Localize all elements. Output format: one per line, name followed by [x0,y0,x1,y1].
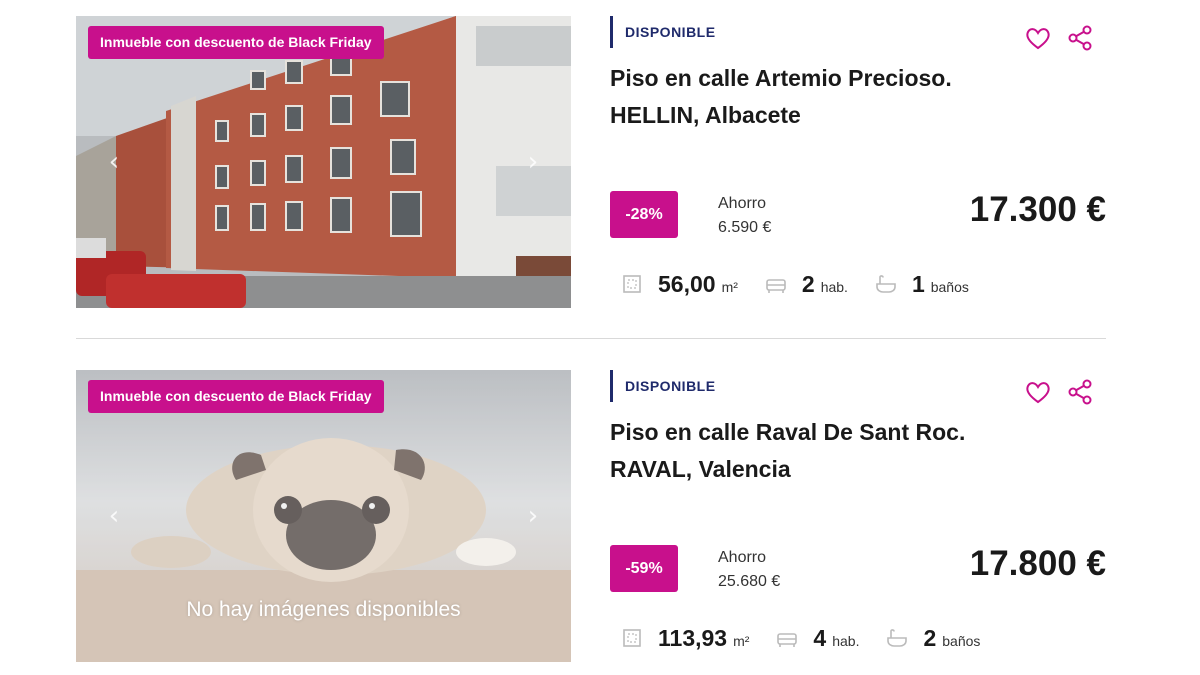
listing-photo[interactable]: Inmueble con descuento de Black Friday ‹… [76,16,571,308]
share-icon[interactable] [1066,24,1094,52]
baths-value: 1 [911,270,925,297]
savings-value: 25.680 € [718,573,781,590]
feature-baths: 1 baños [874,271,969,298]
price: 17.800 € [969,544,1106,583]
no-images-text: No hay imágenes disponibles [186,598,461,621]
feature-baths: 2 baños [885,625,980,652]
availability-status: DISPONIBLE [610,370,716,402]
savings-label: Ahorro [718,549,767,566]
savings: Ahorro 6.590 € [718,192,771,240]
chevron-right-icon[interactable]: › [519,500,547,532]
listing-title[interactable]: Piso en calle Raval De Sant Roc. RAVAL, … [610,414,1030,488]
price: 17.300 € [969,190,1106,229]
listing-divider [76,338,1106,339]
rooms-value: 4 [813,624,827,651]
feature-rooms: 2 hab. [764,271,848,298]
black-friday-badge: Inmueble con descuento de Black Friday [88,380,384,413]
listing-info: DISPONIBLE Piso en calle Raval De Sant R… [610,370,1106,662]
listing-title-line1: Piso en calle Raval De Sant Roc. [610,419,966,445]
savings: Ahorro 25.680 € [718,546,780,594]
area-value: 113,93 [658,624,728,651]
heart-icon[interactable] [1024,378,1052,406]
black-friday-badge: Inmueble con descuento de Black Friday [88,26,384,59]
listing-card[interactable]: Inmueble con descuento de Black Friday ‹… [76,16,1106,308]
rooms-unit: hab. [820,278,848,295]
baths-value: 2 [923,624,937,651]
listing-photo[interactable]: Inmueble con descuento de Black Friday ‹… [76,370,571,662]
area-unit: m² [733,632,750,649]
chevron-left-icon[interactable]: ‹ [100,500,128,532]
area-unit: m² [721,278,738,295]
features-row: 113,93 m² 4 hab. 2 baños [620,620,1006,656]
share-icon[interactable] [1066,378,1094,406]
savings-value: 6.590 € [718,219,772,236]
area-icon [623,629,641,647]
area-value: 56,00 [658,270,716,297]
bath-icon [876,275,896,293]
feature-rooms: 4 hab. [775,625,859,652]
bath-icon [887,629,908,647]
discount-badge: -59% [610,545,678,592]
listing-title-line1: Piso en calle Artemio Precioso. [610,65,952,91]
heart-icon[interactable] [1024,24,1052,52]
rooms-value: 2 [801,270,815,297]
listing-title-line2: RAVAL, Valencia [610,456,791,482]
listing-title-line2: HELLIN, Albacete [610,102,801,128]
baths-unit: baños [930,278,969,295]
listing-card[interactable]: Inmueble con descuento de Black Friday ‹… [76,370,1106,662]
listing-title[interactable]: Piso en calle Artemio Precioso. HELLIN, … [610,60,1030,134]
features-row: 56,00 m² 2 hab. 1 baños [620,266,995,302]
baths-unit: baños [942,632,981,649]
availability-status: DISPONIBLE [610,16,716,48]
bed-icon [777,633,798,647]
area-icon [623,275,641,293]
chevron-right-icon[interactable]: › [519,146,547,178]
discount-badge: -28% [610,191,678,238]
rooms-unit: hab. [832,632,860,649]
chevron-left-icon[interactable]: ‹ [100,146,128,178]
feature-area: 113,93 m² [620,625,749,652]
savings-label: Ahorro [718,195,767,212]
bed-icon [766,279,786,293]
listing-info: DISPONIBLE Piso en calle Artemio Precios… [610,16,1106,308]
feature-area: 56,00 m² [620,271,738,298]
building-photo [76,16,571,308]
